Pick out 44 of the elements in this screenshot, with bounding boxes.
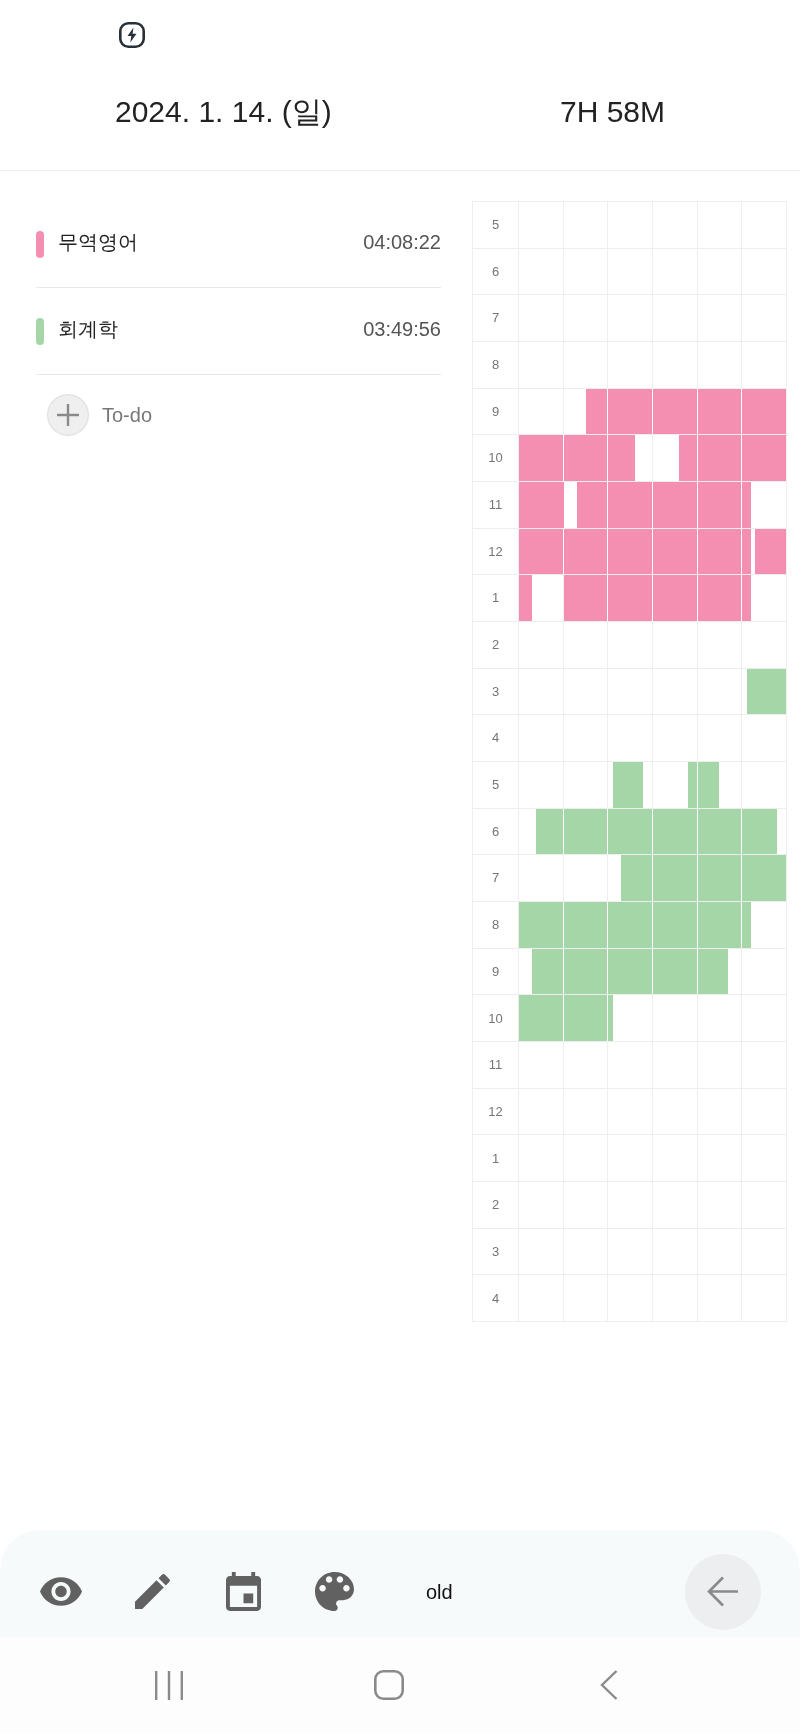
eye-icon[interactable] [40,1577,82,1606]
hour-label: 4 [491,1289,500,1308]
hour-label: 8 [491,356,500,375]
palette-icon[interactable] [314,1572,354,1611]
hour-label: 9 [491,402,500,421]
hour-label: 2 [491,1196,500,1215]
date-title: 2024. 1. 14. (일) [115,94,333,130]
study-time: 03:49:56 [363,317,441,342]
hour-label: 5 [491,776,500,795]
hour-label: 1 [491,589,500,608]
recent-apps-icon[interactable] [155,1670,183,1700]
add-todo-button[interactable]: To-do [36,375,153,455]
bolt-icon [119,22,145,48]
hour-label: 4 [491,729,500,748]
hour-label: 9 [491,962,500,981]
hour-label: 12 [488,542,503,561]
calendar-icon[interactable] [225,1572,261,1611]
hour-label: 3 [491,682,500,701]
study-block [755,528,786,575]
study-time: 04:08:22 [363,230,441,255]
hour-label: 7 [491,869,500,888]
hour-label: 3 [491,1242,500,1261]
hour-label: 2 [491,636,500,655]
subject-name: 무역영어 [58,230,138,255]
mode-toggle[interactable]: old [426,1576,453,1607]
hour-label: 10 [488,1009,503,1028]
hour-label: 11 [488,1056,503,1075]
total-study-time: 7H 58M [560,94,666,130]
hour-label: 7 [491,309,500,328]
hour-label: 11 [488,496,503,515]
arrow-left-icon [707,1576,739,1607]
hour-label: 6 [491,262,500,281]
hour-label: 6 [491,822,500,841]
pencil-icon[interactable] [134,1574,170,1609]
home-icon[interactable] [374,1670,404,1700]
hour-label: 12 [488,1102,503,1121]
hour-label: 10 [488,449,503,468]
back-icon[interactable] [600,1670,618,1700]
hour-label: 5 [491,216,500,235]
hour-label: 8 [491,916,500,935]
hour-label: 1 [491,1149,500,1168]
plus-icon [47,394,89,436]
subject-name: 회계학 [58,317,118,342]
study-block [746,668,786,715]
